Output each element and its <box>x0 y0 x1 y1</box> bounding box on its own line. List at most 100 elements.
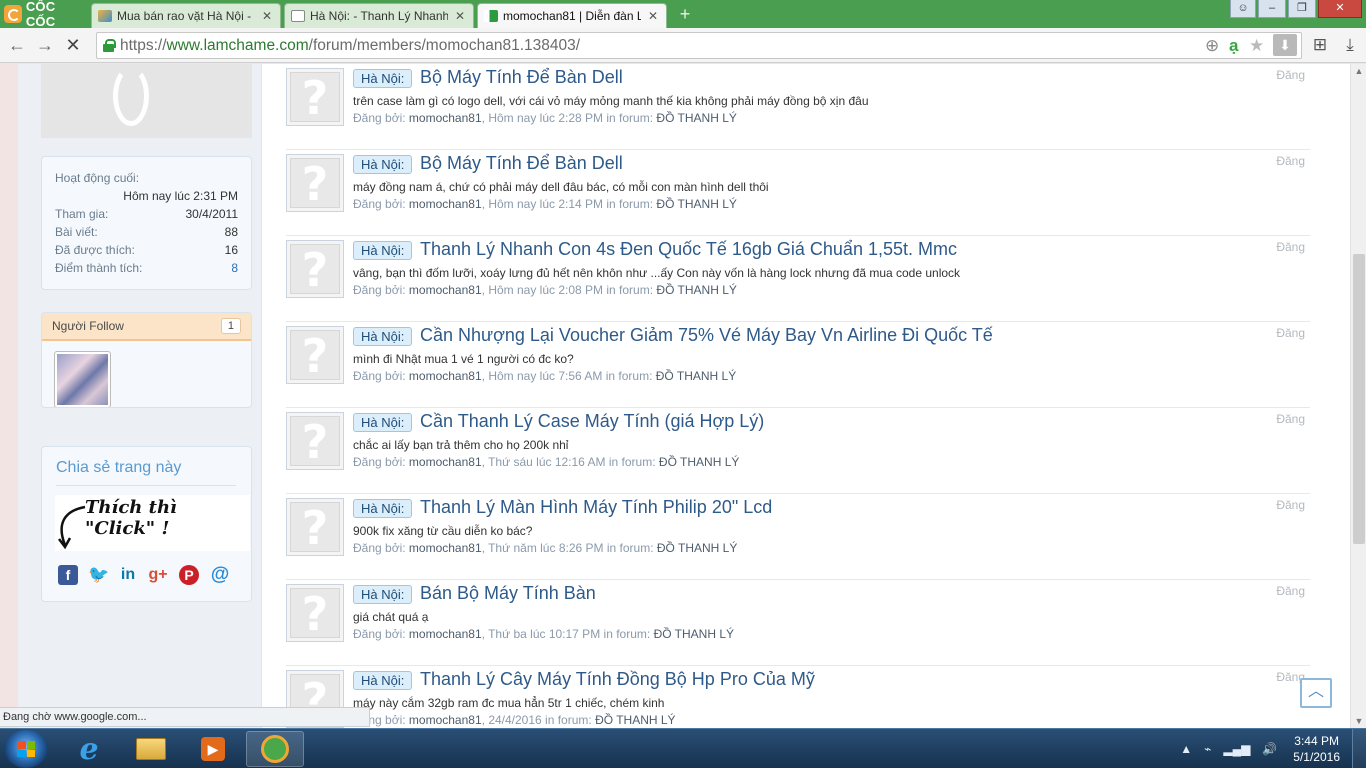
twitter-icon[interactable]: 🐦 <box>88 565 109 585</box>
prefix-badge[interactable]: Hà Nội: <box>353 241 413 260</box>
thread-title-link[interactable]: Thanh Lý Màn Hình Máy Tính Philip 20" Lc… <box>420 497 772 518</box>
placeholder-question-icon: ? <box>290 158 340 209</box>
network-signal-icon[interactable]: ▂▄▆ <box>1223 742 1250 756</box>
volume-icon[interactable]: 🔊 <box>1262 742 1277 756</box>
post-snippet: giá chát quá ạ <box>353 610 429 624</box>
vietnamese-input-icon[interactable]: ạ <box>1229 36 1238 56</box>
coccoc-taskbar-icon[interactable] <box>246 731 304 767</box>
stat-value: 88 <box>224 225 238 239</box>
tab-momochan81[interactable]: momochan81 | Diễn đàn L ✕ <box>477 3 667 28</box>
user-menu-icon[interactable]: ☺ <box>1230 0 1256 18</box>
author-link[interactable]: momochan81 <box>409 369 482 383</box>
tab-close-icon[interactable]: ✕ <box>260 9 274 23</box>
thread-thumbnail[interactable]: ? <box>286 240 344 298</box>
prefix-badge[interactable]: Hà Nội: <box>353 69 413 88</box>
back-arrow-icon[interactable]: ← <box>6 34 28 56</box>
close-window-button[interactable]: ✕ <box>1318 0 1362 18</box>
author-link[interactable]: momochan81 <box>409 283 482 297</box>
author-link[interactable]: momochan81 <box>409 111 482 125</box>
stat-row-posts: Bài viết: 88 <box>55 223 238 241</box>
thread-thumbnail[interactable]: ? <box>286 326 344 384</box>
show-hidden-icons-arrow-icon[interactable]: ▲ <box>1180 742 1192 756</box>
scrollbar-thumb[interactable] <box>1353 254 1365 544</box>
prefix-badge[interactable]: Hà Nội: <box>353 155 413 174</box>
post-time: Thứ ba lúc 10:17 PM <box>488 627 601 641</box>
show-desktop-button[interactable] <box>1352 729 1366 768</box>
page-favicon-icon <box>291 10 305 22</box>
back-to-top-button[interactable]: ︿ <box>1300 678 1332 708</box>
prefix-badge[interactable]: Hà Nội: <box>353 499 413 518</box>
forum-link[interactable]: ĐỒ THANH LÝ <box>659 455 739 469</box>
followers-count-badge[interactable]: 1 <box>220 318 241 334</box>
facebook-icon[interactable]: f <box>58 565 78 585</box>
save-media-icon[interactable]: ⬇ <box>1273 34 1297 56</box>
file-explorer-icon[interactable] <box>122 731 180 767</box>
start-button[interactable] <box>4 730 48 768</box>
prefix-badge[interactable]: Hà Nội: <box>353 327 413 346</box>
tab-thanh-ly[interactable]: Hà Nội: - Thanh Lý Nhanh ✕ <box>284 3 474 28</box>
new-tab-button[interactable]: + <box>674 4 696 24</box>
thread-thumbnail[interactable]: ? <box>286 154 344 212</box>
site-favicon-icon <box>98 10 112 22</box>
forum-link[interactable]: ĐỒ THANH LÝ <box>656 111 736 125</box>
thread-title-link[interactable]: Cần Thanh Lý Case Máy Tính (giá Hợp Lý) <box>420 411 764 432</box>
thread-thumbnail[interactable]: ? <box>286 68 344 126</box>
maximize-button[interactable]: ❐ <box>1288 0 1316 18</box>
system-tray: ▲ ⌁ ▂▄▆ 🔊 3:44 PM 5/1/2016 <box>1174 729 1366 768</box>
linkedin-icon[interactable]: in <box>118 565 138 585</box>
tab-rao-vat[interactable]: Mua bán rao vặt Hà Nội - ✕ <box>91 3 281 28</box>
follower-avatar[interactable] <box>54 351 111 407</box>
prefix-badge[interactable]: Hà Nội: <box>353 671 413 690</box>
trophy-points-link[interactable]: 8 <box>231 261 238 275</box>
email-icon[interactable]: @ <box>210 565 230 585</box>
tab-close-icon[interactable]: ✕ <box>453 9 467 23</box>
extensions-grid-icon[interactable]: ⊞ <box>1308 33 1332 57</box>
forum-label: in forum: <box>606 111 654 125</box>
forum-link[interactable]: ĐỒ THANH LÝ <box>656 283 736 297</box>
internet-explorer-icon[interactable]: e <box>60 731 118 767</box>
forward-arrow-icon[interactable]: → <box>34 34 56 56</box>
thread-title-link[interactable]: Bộ Máy Tính Để Bàn Dell <box>420 153 623 174</box>
browser-brand[interactable]: CỐC CỐC <box>0 0 88 29</box>
prefix-badge[interactable]: Hà Nội: <box>353 413 413 432</box>
thread-thumbnail[interactable]: ? <box>286 412 344 470</box>
clock-date: 5/1/2016 <box>1293 750 1340 764</box>
thread-thumbnail[interactable]: ? <box>286 584 344 642</box>
tab-close-icon[interactable]: ✕ <box>646 9 660 23</box>
author-link[interactable]: momochan81 <box>409 197 482 211</box>
forum-link[interactable]: ĐỒ THANH LÝ <box>657 541 737 555</box>
forum-link[interactable]: ĐỒ THANH LÝ <box>656 197 736 211</box>
thread-title-link[interactable]: Bán Bộ Máy Tính Bàn <box>420 583 596 604</box>
usb-device-icon[interactable]: ⌁ <box>1204 742 1211 756</box>
author-link[interactable]: momochan81 <box>409 627 482 641</box>
thread-title-link[interactable]: Thanh Lý Cây Máy Tính Đồng Bộ Hp Pro Của… <box>420 669 815 690</box>
media-player-icon[interactable]: ▶ <box>184 731 242 767</box>
googleplus-icon[interactable]: g+ <box>148 565 168 585</box>
forum-link[interactable]: ĐỒ THANH LÝ <box>595 713 675 727</box>
author-link[interactable]: momochan81 <box>409 541 482 555</box>
thread-title-link[interactable]: Cần Nhượng Lại Voucher Giảm 75% Vé Máy B… <box>420 325 993 346</box>
minimize-button[interactable]: – <box>1258 0 1286 18</box>
pinterest-icon[interactable]: P <box>179 565 199 585</box>
vertical-scrollbar[interactable]: ▲ ▼ <box>1350 64 1366 728</box>
forum-link[interactable]: ĐỒ THANH LÝ <box>654 627 734 641</box>
prefix-badge[interactable]: Hà Nội: <box>353 585 413 604</box>
share-title: Chia sẻ trang này <box>56 459 182 476</box>
author-link[interactable]: momochan81 <box>409 455 482 469</box>
author-link[interactable]: momochan81 <box>409 713 482 727</box>
thread-title-link[interactable]: Thanh Lý Nhanh Con 4s Đen Quốc Tế 16gb G… <box>420 239 957 260</box>
address-url[interactable]: https://www.lamchame.com/forum/members/m… <box>120 37 580 55</box>
downloads-icon[interactable]: ⤓ <box>1338 33 1362 57</box>
bookmark-star-icon[interactable]: ★ <box>1249 36 1264 56</box>
zoom-icon[interactable]: ⊕ <box>1205 36 1219 56</box>
taskbar-clock[interactable]: 3:44 PM 5/1/2016 <box>1293 733 1340 765</box>
address-bar[interactable]: https://www.lamchame.com/forum/members/m… <box>96 32 1302 59</box>
scroll-down-arrow-icon[interactable]: ▼ <box>1351 714 1366 728</box>
thread-title-link[interactable]: Bộ Máy Tính Để Bàn Dell <box>420 67 623 88</box>
scroll-up-arrow-icon[interactable]: ▲ <box>1351 64 1366 78</box>
by-label: Đăng bởi: <box>353 111 406 125</box>
thread-thumbnail[interactable]: ? <box>286 498 344 556</box>
forum-link[interactable]: ĐỒ THANH LÝ <box>656 369 736 383</box>
stop-loading-icon[interactable]: ✕ <box>62 34 84 56</box>
post-side-label: Đăng <box>1276 498 1305 512</box>
